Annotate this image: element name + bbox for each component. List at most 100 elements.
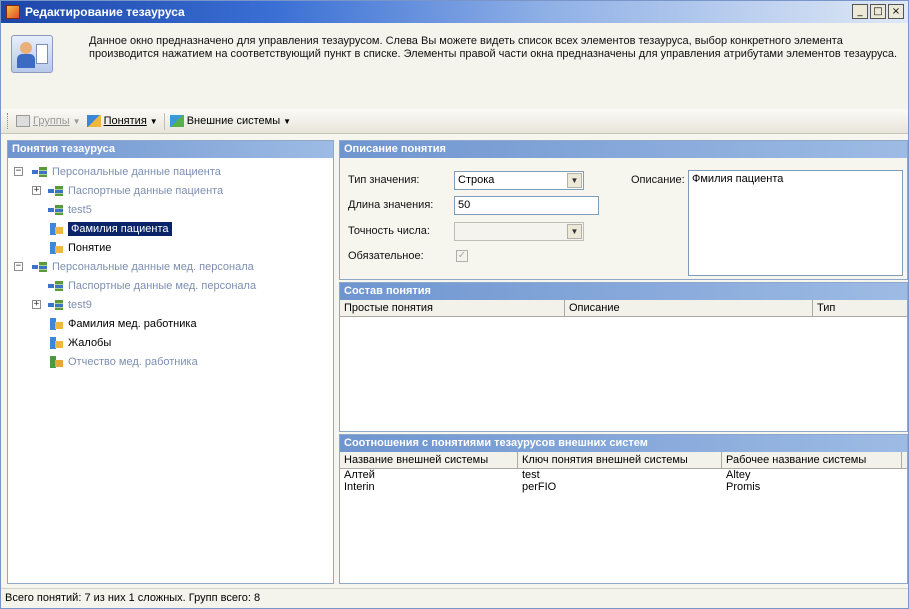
- precision-select[interactable]: ▼: [454, 222, 584, 241]
- chevron-down-icon[interactable]: ▼: [567, 224, 582, 239]
- tree-item-label: Понятие: [68, 241, 112, 254]
- group-icon: [32, 166, 48, 178]
- tree-item-patient-surname[interactable]: Фамилия пациента: [8, 219, 333, 238]
- tree-item-patient-passport[interactable]: + Паспортные данные пациента: [8, 181, 333, 200]
- concepts-label: Понятия: [103, 115, 147, 127]
- title-bar[interactable]: Редактирование тезауруса _ □ ×: [1, 1, 908, 23]
- value-type-select[interactable]: Строка ▼: [454, 171, 584, 190]
- external-systems-menu-button[interactable]: Внешние системы ▼: [169, 115, 292, 127]
- chevron-down-icon: ▼: [283, 116, 292, 126]
- tree-item-label: test9: [68, 298, 92, 311]
- column-header[interactable]: Описание: [565, 300, 813, 316]
- column-header[interactable]: Рабочее название системы: [722, 452, 902, 468]
- tree-item-staff-patronymic[interactable]: Отчество мед. работника: [8, 352, 333, 371]
- tree-item-patient-personal[interactable]: − Персональные данные пациента: [8, 162, 333, 181]
- toolbar: Группы ▼ Понятия ▼ Внешние системы ▼: [1, 109, 908, 134]
- tree-item-label: Персональные данные пациента: [52, 165, 221, 178]
- table-cell: Promis: [726, 481, 761, 493]
- concepts-menu-button[interactable]: Понятия ▼: [86, 115, 158, 127]
- table-cell: Алтей: [344, 469, 375, 481]
- relations-grid-header: Название внешней системы Ключ понятия вн…: [340, 452, 907, 469]
- relations-grid[interactable]: Название внешней системы Ключ понятия вн…: [340, 452, 907, 583]
- length-input[interactable]: 50: [454, 196, 599, 215]
- tree-item-label-selected: Фамилия пациента: [68, 221, 172, 236]
- value-type-label: Тип значения:: [348, 174, 420, 186]
- user-card-icon: [11, 35, 53, 73]
- external-systems-icon: [169, 115, 184, 127]
- tree-item-concept[interactable]: Понятие: [8, 238, 333, 257]
- expand-toggle[interactable]: +: [32, 186, 41, 195]
- status-bar: Всего понятий: 7 из них 1 сложных. Групп…: [1, 588, 908, 608]
- group-icon: [48, 204, 64, 216]
- table-row[interactable]: Алтей test Altey: [340, 469, 907, 481]
- column-header[interactable]: Тип: [813, 300, 907, 316]
- groups-menu-button[interactable]: Группы ▼: [16, 115, 81, 127]
- concept-composition-panel: Состав понятия Простые понятия Описание …: [339, 282, 908, 432]
- chevron-down-icon: ▼: [149, 116, 158, 126]
- info-text: Данное окно предназначено для управления…: [89, 35, 898, 60]
- concept-complex-icon: [48, 355, 64, 368]
- table-cell: perFIO: [522, 481, 557, 493]
- precision-label: Точность числа:: [348, 225, 430, 237]
- chevron-down-icon[interactable]: ▼: [567, 173, 582, 188]
- required-label: Обязательное:: [348, 250, 424, 262]
- tree-panel-header: Понятия тезауруса: [8, 141, 333, 158]
- table-cell: Interin: [344, 481, 375, 493]
- thesaurus-window: Редактирование тезауруса _ □ × Данное ок…: [0, 0, 909, 609]
- tree-item-test5[interactable]: test5: [8, 200, 333, 219]
- toolbar-grip[interactable]: [7, 113, 10, 129]
- collapse-toggle[interactable]: −: [14, 262, 23, 271]
- concept-icon: [48, 241, 64, 254]
- required-checkbox[interactable]: ✓: [456, 250, 468, 262]
- value-type-value: Строка: [458, 174, 495, 186]
- tree-item-label: Паспортные данные пациента: [68, 184, 224, 197]
- app-icon: [6, 5, 20, 19]
- tree-item-label: Жалобы: [68, 336, 112, 349]
- length-label: Длина значения:: [348, 199, 434, 211]
- composition-grid[interactable]: Простые понятия Описание Тип: [340, 300, 907, 431]
- tree-item-complaints[interactable]: Жалобы: [8, 333, 333, 352]
- relations-panel-header: Соотношения с понятиями тезаурусов внешн…: [340, 435, 907, 452]
- maximize-button[interactable]: □: [870, 4, 886, 19]
- concept-icon: [48, 222, 64, 235]
- tree-item-label: Персональные данные мед. персонала: [52, 260, 254, 273]
- external-systems-label: Внешние системы: [186, 115, 281, 127]
- collapse-toggle[interactable]: −: [14, 167, 23, 176]
- group-icon: [48, 185, 64, 197]
- window-title: Редактирование тезауруса: [25, 5, 185, 19]
- concept-icon: [86, 115, 101, 127]
- chevron-down-icon: ▼: [72, 116, 81, 126]
- minimize-button[interactable]: _: [852, 4, 868, 19]
- concept-icon: [48, 317, 64, 330]
- tree-item-label: Фамилия мед. работника: [68, 317, 197, 330]
- toolbar-separator: [163, 112, 165, 130]
- column-header[interactable]: Простые понятия: [340, 300, 565, 316]
- tree-item-staff-surname[interactable]: Фамилия мед. работника: [8, 314, 333, 333]
- info-header: Данное окно предназначено для управления…: [1, 23, 908, 109]
- concept-description-panel: Описание понятия Тип значения: Строка ▼ …: [339, 140, 908, 280]
- group-icon: [32, 261, 48, 273]
- tree-item-test9[interactable]: + test9: [8, 295, 333, 314]
- tree-item-staff-personal[interactable]: − Персональные данные мед. персонала: [8, 257, 333, 276]
- thesaurus-tree-panel: Понятия тезауруса − Персональные данные …: [7, 140, 334, 584]
- tree-item-label: test5: [68, 203, 92, 216]
- groups-icon: [16, 115, 30, 127]
- tree-item-label: Отчество мед. работника: [68, 355, 198, 368]
- concept-icon: [48, 336, 64, 349]
- group-icon: [48, 280, 64, 292]
- table-row[interactable]: Interin perFIO Promis: [340, 481, 907, 493]
- description-textarea[interactable]: Фмилия пациента: [688, 170, 903, 276]
- group-icon: [48, 299, 64, 311]
- description-panel-header: Описание понятия: [340, 141, 907, 158]
- column-header[interactable]: Ключ понятия внешней системы: [518, 452, 722, 468]
- column-header[interactable]: Название внешней системы: [340, 452, 518, 468]
- table-cell: test: [522, 469, 540, 481]
- tree-item-label: Паспортные данные мед. персонала: [68, 279, 257, 292]
- composition-grid-header: Простые понятия Описание Тип: [340, 300, 907, 317]
- close-button[interactable]: ×: [888, 4, 904, 19]
- groups-label: Группы: [33, 115, 70, 127]
- external-relations-panel: Соотношения с понятиями тезаурусов внешн…: [339, 434, 908, 584]
- thesaurus-tree[interactable]: − Персональные данные пациента + Паспорт…: [8, 158, 333, 371]
- tree-item-staff-passport[interactable]: Паспортные данные мед. персонала: [8, 276, 333, 295]
- expand-toggle[interactable]: +: [32, 300, 41, 309]
